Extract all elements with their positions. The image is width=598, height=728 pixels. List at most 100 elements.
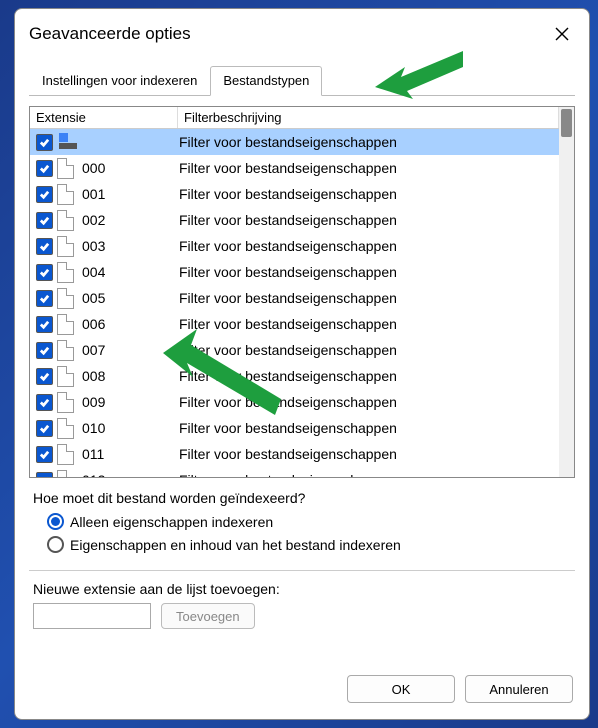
list-item[interactable]: 010 Filter voor bestandseigenschappen <box>30 415 559 441</box>
list-item[interactable]: 000 Filter voor bestandseigenschappen <box>30 155 559 181</box>
filetype-checkbox[interactable] <box>36 446 53 463</box>
list-item[interactable]: 007 Filter voor bestandseigenschappen <box>30 337 559 363</box>
extension-text: 001 <box>82 186 105 202</box>
column-header-extension[interactable]: Extensie <box>30 107 178 128</box>
file-icon <box>57 210 74 231</box>
list-item[interactable]: 011Filter voor bestandseigenschappen <box>30 441 559 467</box>
filetype-checkbox[interactable] <box>36 264 53 281</box>
filter-description-cell: Filter voor bestandseigenschappen <box>175 290 559 306</box>
extension-cell: 003 <box>57 236 175 257</box>
extension-text: 009 <box>82 394 105 410</box>
extension-cell: 001 <box>57 184 175 205</box>
filter-description-cell: Filter voor bestandseigenschappen <box>175 472 559 477</box>
filter-description-cell: Filter voor bestandseigenschappen <box>175 186 559 202</box>
filter-description-cell: Filter voor bestandseigenschappen <box>175 342 559 358</box>
extension-text: 006 <box>82 316 105 332</box>
tab-bar: Instellingen voor indexeren Bestandstype… <box>29 65 575 96</box>
file-icon <box>57 314 74 335</box>
window-title: Geavanceerde opties <box>29 24 191 44</box>
scrollbar-thumb[interactable] <box>561 109 572 137</box>
new-extension-input[interactable] <box>33 603 151 629</box>
extension-text: 012 <box>82 472 105 477</box>
filetype-checkbox[interactable] <box>36 212 53 229</box>
radio-props-only-label: Alleen eigenschappen indexeren <box>70 514 273 530</box>
extension-cell: 010 <box>57 418 175 439</box>
tab-content: Extensie Filterbeschrijving Filter voor … <box>15 96 589 663</box>
extension-cell: 004 <box>57 262 175 283</box>
file-icon <box>57 158 74 179</box>
file-icon <box>57 366 74 387</box>
add-extension-button[interactable]: Toevoegen <box>161 603 255 629</box>
file-icon <box>57 340 74 361</box>
extension-cell: 007 <box>57 340 175 361</box>
filetype-checkbox[interactable] <box>36 420 53 437</box>
list-scrollbar[interactable] <box>559 107 574 477</box>
filter-description-cell: Filter voor bestandseigenschappen <box>175 134 559 150</box>
filetype-list: Extensie Filterbeschrijving Filter voor … <box>29 106 575 478</box>
filetype-checkbox[interactable] <box>36 394 53 411</box>
tab-filetypes[interactable]: Bestandstypen <box>210 66 322 96</box>
filetype-checkbox[interactable] <box>36 472 53 478</box>
list-item[interactable]: 003Filter voor bestandseigenschappen <box>30 233 559 259</box>
file-icon <box>57 470 74 478</box>
filter-description-cell: Filter voor bestandseigenschappen <box>175 160 559 176</box>
tab-indexing-settings[interactable]: Instellingen voor indexeren <box>29 66 210 96</box>
filetype-checkbox[interactable] <box>36 160 53 177</box>
filetype-checkbox[interactable] <box>36 316 53 333</box>
list-item[interactable]: 008Filter voor bestandseigenschappen <box>30 363 559 389</box>
file-icon <box>57 236 74 257</box>
extension-cell: 002 <box>57 210 175 231</box>
list-item[interactable]: 009 Filter voor bestandseigenschappen <box>30 389 559 415</box>
dialog-footer: OK Annuleren <box>15 663 589 719</box>
filter-description-cell: Filter voor bestandseigenschappen <box>175 394 559 410</box>
file-icon <box>57 418 74 439</box>
radio-props-content-label: Eigenschappen en inhoud van het bestand … <box>70 537 401 553</box>
section-divider <box>29 570 575 571</box>
extension-cell: 009 <box>57 392 175 413</box>
titlebar: Geavanceerde opties <box>15 9 589 55</box>
radio-props-content-button[interactable] <box>47 536 64 553</box>
ok-button[interactable]: OK <box>347 675 455 703</box>
file-icon <box>57 444 74 465</box>
radio-props-only-button[interactable] <box>47 513 64 530</box>
extension-text: 002 <box>82 212 105 228</box>
extension-text: 005 <box>82 290 105 306</box>
list-header: Extensie Filterbeschrijving <box>30 107 559 129</box>
filter-description-cell: Filter voor bestandseigenschappen <box>175 212 559 228</box>
filetype-checkbox[interactable] <box>36 134 53 151</box>
filetype-checkbox[interactable] <box>36 368 53 385</box>
extension-text: 004 <box>82 264 105 280</box>
filetype-checkbox[interactable] <box>36 342 53 359</box>
extension-text: 011 <box>82 446 104 462</box>
filter-description-cell: Filter voor bestandseigenschappen <box>175 420 559 436</box>
radio-props-only[interactable]: Alleen eigenschappen indexeren <box>47 513 575 530</box>
filetype-checkbox[interactable] <box>36 238 53 255</box>
extension-text: 007 <box>82 342 105 358</box>
list-item[interactable]: Filter voor bestandseigenschappen <box>30 129 559 155</box>
extension-cell: 000 <box>57 158 175 179</box>
extension-text: 010 <box>82 420 105 436</box>
program-icon <box>57 133 79 151</box>
indexing-question-label: Hoe moet dit bestand worden geïndexeerd? <box>33 490 573 506</box>
extension-cell: 008 <box>57 366 175 387</box>
list-item[interactable]: 005 Filter voor bestandseigenschappen <box>30 285 559 311</box>
list-item[interactable]: 002 Filter voor bestandseigenschappen <box>30 207 559 233</box>
column-header-filter[interactable]: Filterbeschrijving <box>178 107 559 128</box>
list-item[interactable]: 006 Filter voor bestandseigenschappen <box>30 311 559 337</box>
close-icon <box>555 27 569 41</box>
extension-cell: 011 <box>57 444 175 465</box>
list-item[interactable]: 001 Filter voor bestandseigenschappen <box>30 181 559 207</box>
filetype-checkbox[interactable] <box>36 290 53 307</box>
filter-description-cell: Filter voor bestandseigenschappen <box>175 368 559 384</box>
extension-text: 000 <box>82 160 105 176</box>
cancel-button[interactable]: Annuleren <box>465 675 573 703</box>
add-extension-label: Nieuwe extensie aan de lijst toevoegen: <box>33 581 575 597</box>
radio-props-content[interactable]: Eigenschappen en inhoud van het bestand … <box>47 536 575 553</box>
extension-text: 003 <box>82 238 105 254</box>
filter-description-cell: Filter voor bestandseigenschappen <box>175 316 559 332</box>
close-button[interactable] <box>549 21 575 47</box>
list-item[interactable]: 012 Filter voor bestandseigenschappen <box>30 467 559 477</box>
advanced-options-dialog: Geavanceerde opties Instellingen voor in… <box>14 8 590 720</box>
filetype-checkbox[interactable] <box>36 186 53 203</box>
list-item[interactable]: 004Filter voor bestandseigenschappen <box>30 259 559 285</box>
